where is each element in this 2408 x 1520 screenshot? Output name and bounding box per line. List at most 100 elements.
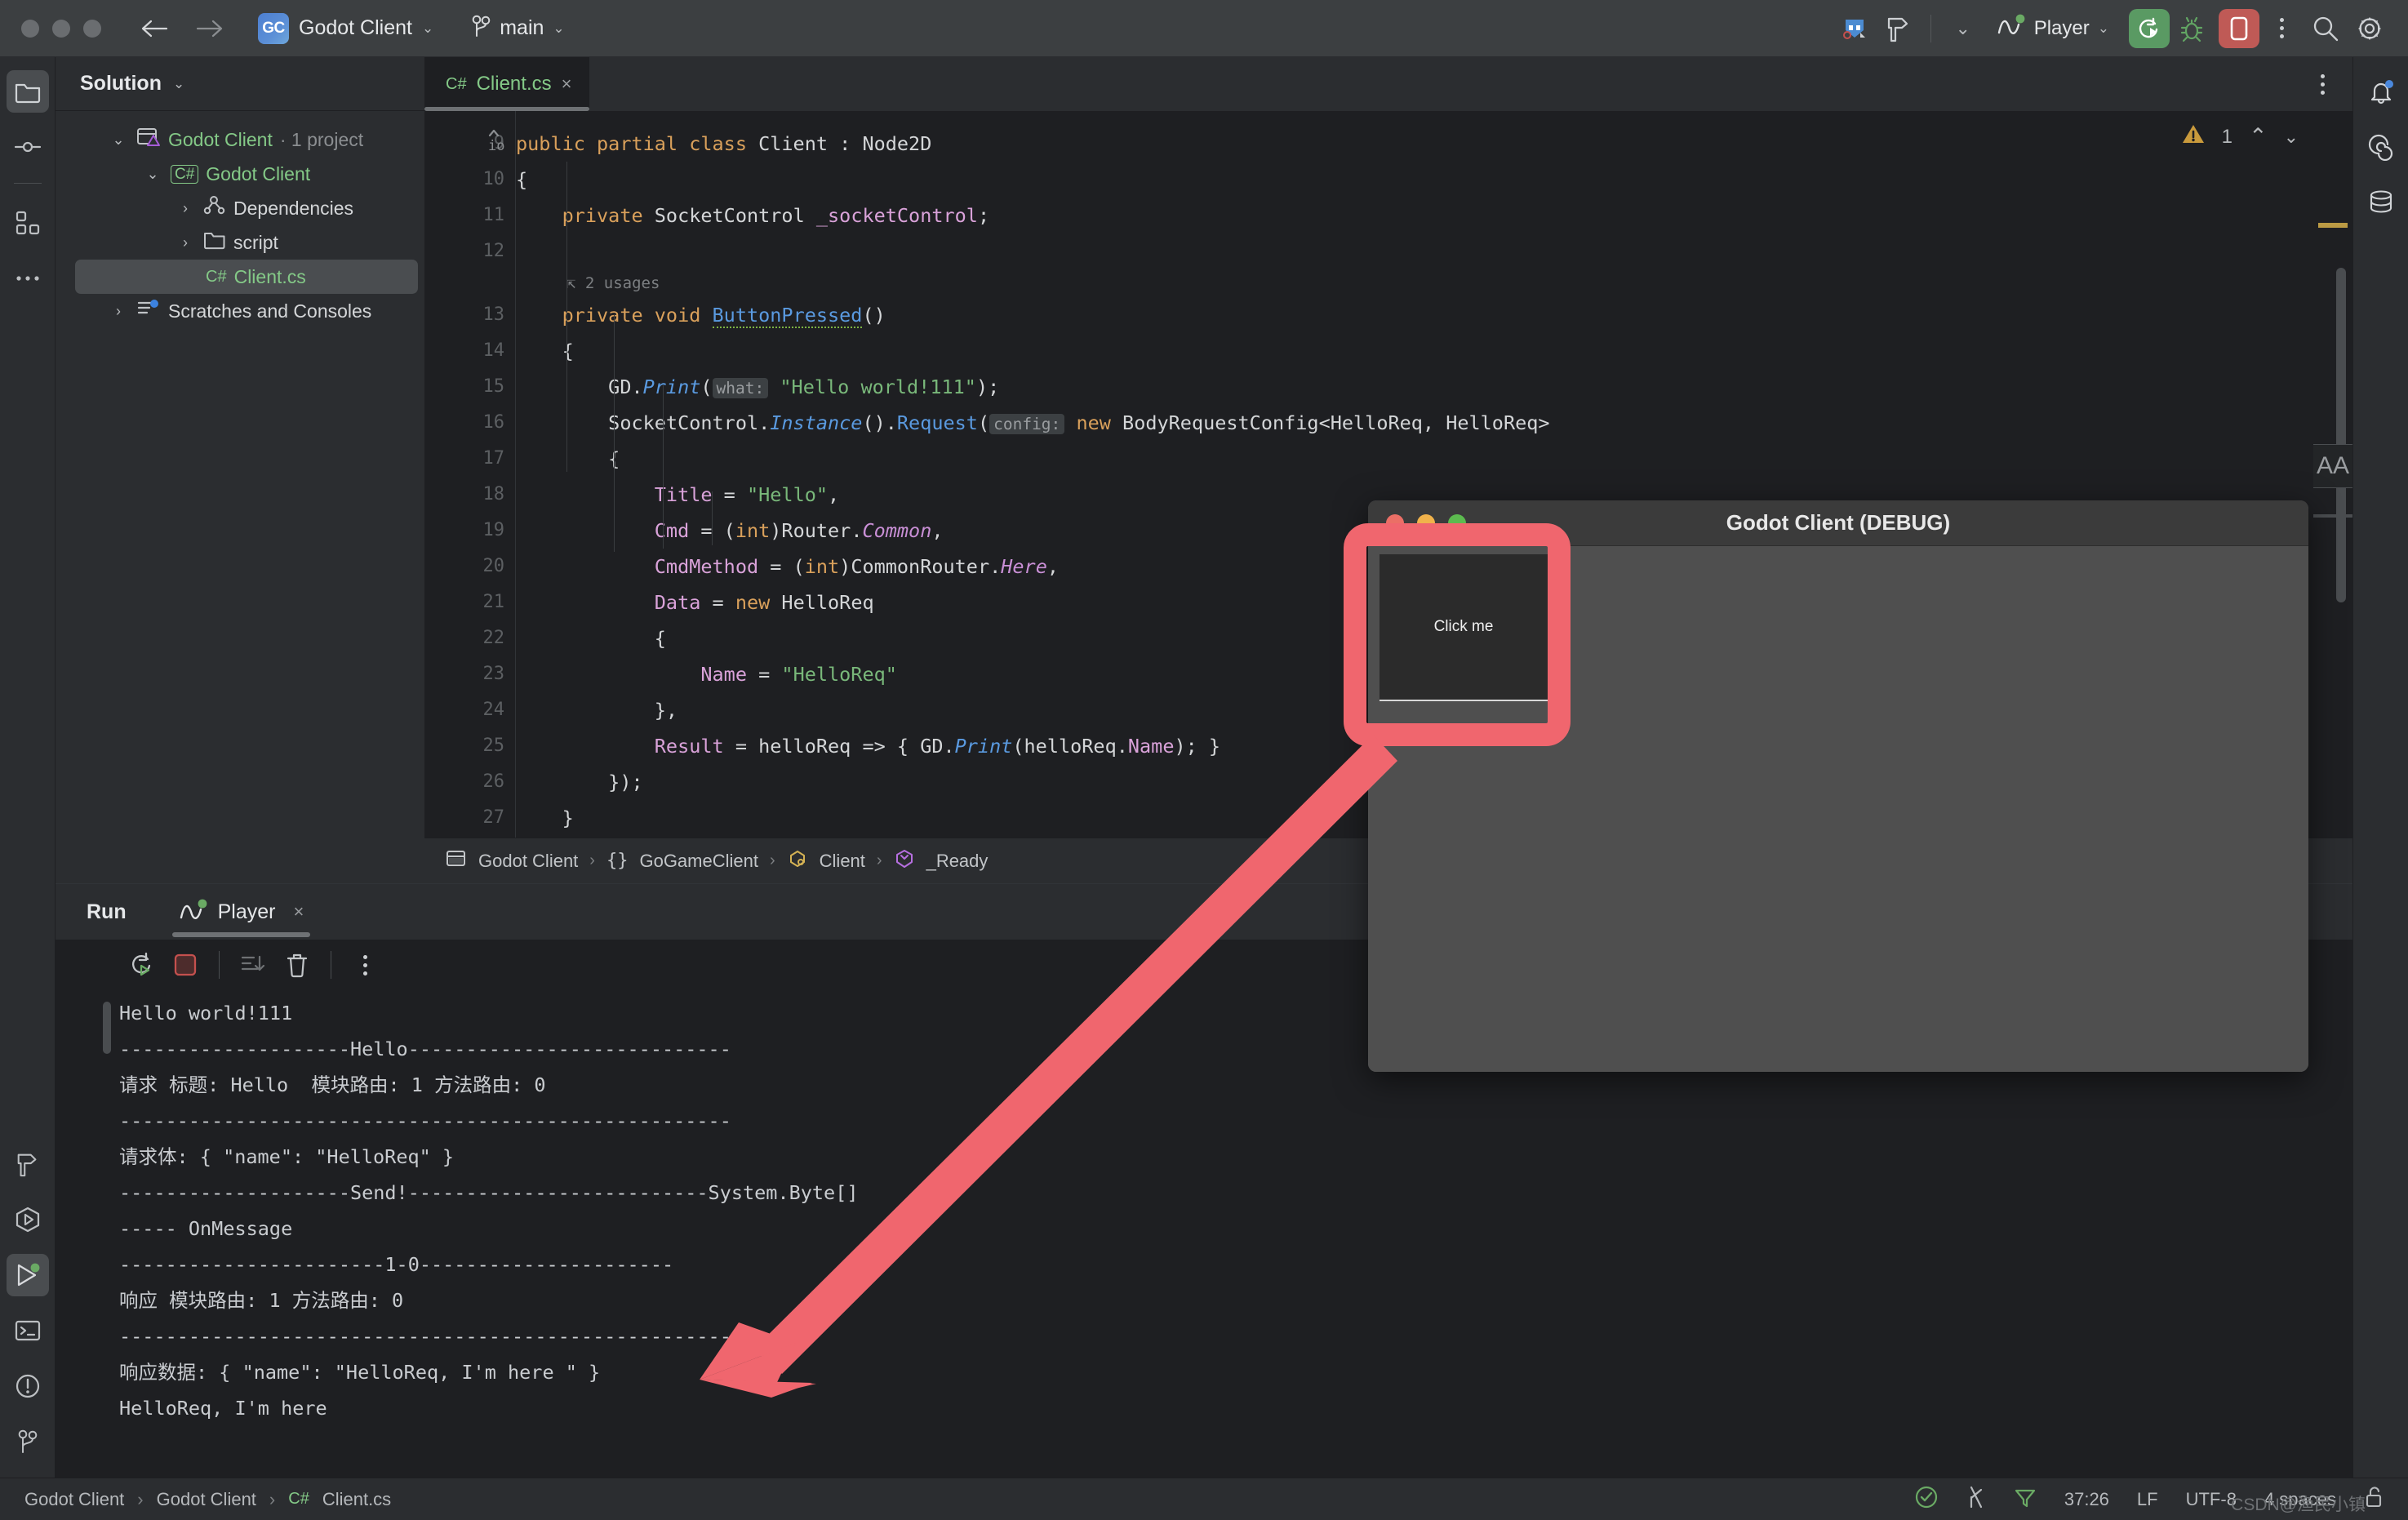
chevron-down-icon: ⌄ [553,20,565,36]
forward-arrow-icon[interactable] [196,18,224,39]
window-close-button[interactable] [21,19,39,38]
line-separator[interactable]: LF [2137,1489,2158,1510]
chevron-down-icon[interactable]: ⌄ [108,131,129,149]
godot-debug-window[interactable]: Godot Client (DEBUG) Click me [1368,500,2308,1072]
chevron-down-icon[interactable]: ⌄ [2284,127,2299,148]
terminal-icon [15,1320,40,1341]
line-number: 22 [482,628,505,648]
csharp-file-icon: C# [288,1490,309,1508]
debug-bug-icon[interactable] [2170,7,2214,51]
chevron-down-icon[interactable]: ⌄ [142,166,163,183]
breadcrumb-item-method[interactable]: _Ready [926,851,989,872]
breadcrumb-item-module[interactable]: Godot Client [478,851,578,872]
gear-icon[interactable] [2348,7,2392,51]
chevron-right-icon[interactable]: › [175,234,196,251]
chevron-down-icon[interactable]: ⌄ [173,76,184,92]
indent-setting[interactable]: 4 spaces [2264,1489,2336,1510]
back-arrow-icon[interactable] [140,18,168,39]
sidebar-item-unit-tests[interactable] [7,1198,49,1241]
tree-node-project[interactable]: ⌄ C# Godot Client [56,157,424,191]
line-number: 15 [482,376,505,397]
scroll-to-end-button[interactable] [231,943,275,987]
sidebar-item-run[interactable] [6,1254,49,1296]
sidebar-item-more-tools[interactable] [7,257,49,300]
editor-tab-options-button[interactable] [2321,73,2325,95]
status-breadcrumb-file[interactable]: Client.cs [322,1489,391,1510]
sidebar-item-structure[interactable] [7,202,49,244]
window-zoom-button[interactable] [83,19,101,38]
godot-player-icon [179,898,208,927]
sidebar-item-terminal[interactable] [7,1309,49,1352]
branch-icon[interactable] [1966,1485,1986,1514]
run-button[interactable] [2129,8,2170,48]
scrollbar-thumb[interactable] [2336,268,2346,602]
sidebar-item-version-control[interactable] [7,1420,49,1463]
caret-position[interactable]: 37:26 [2064,1489,2109,1510]
file-encoding[interactable]: UTF-8 [2186,1489,2237,1510]
font-size-widget[interactable]: AA [2313,444,2352,488]
more-options-button[interactable] [343,943,387,987]
branch-selector[interactable]: main ⌄ [471,14,565,42]
stop-button[interactable] [163,943,207,987]
window-minimize-button[interactable] [52,19,70,38]
inspections-ok-icon[interactable] [1914,1485,1939,1514]
editor-tab-client-cs[interactable]: C# Client.cs × [424,57,590,111]
sidebar-item-database[interactable] [2360,181,2402,224]
run-configuration-selector[interactable]: Player ⌄ [1985,13,2121,43]
branch-icon [18,1429,37,1453]
close-icon[interactable]: × [562,73,572,95]
hammer-build-icon[interactable] [1877,7,1921,51]
kebab-menu-icon[interactable] [2259,7,2304,51]
project-selector[interactable]: GC Godot Client ⌄ [258,12,433,44]
console-scroll-indicator[interactable] [103,1002,111,1054]
status-breadcrumb-solution[interactable]: Godot Client [24,1489,124,1510]
editor-tab-label: Client.cs [476,73,552,95]
tree-label-scratches: Scratches and Consoles [168,300,372,322]
solution-tool-window: Solution ⌄ ⌄ Godot Client · 1 project ⌄ … [56,57,424,883]
search-icon[interactable] [2304,7,2348,51]
solution-header[interactable]: Solution ⌄ [56,57,424,111]
unlocked-icon[interactable] [2364,1486,2384,1513]
svg-text:io: io [488,138,504,154]
console-line: 响应 模块路由: 1 方法路由: 0 [119,1289,404,1312]
window-traffic-lights[interactable] [0,19,101,38]
chevron-right-icon[interactable]: › [108,303,129,320]
rerun-button[interactable] [119,943,163,987]
sidebar-item-notifications[interactable] [2360,70,2402,113]
breadcrumb-item-namespace[interactable]: GoGameClient [639,851,758,872]
chevron-right-icon[interactable]: › [175,200,196,217]
namespace-icon: {} [606,851,629,871]
click-me-button[interactable]: Click me [1379,554,1549,701]
line-number: 10 [482,169,505,189]
tree-node-solution[interactable]: ⌄ Godot Client · 1 project [56,122,424,157]
usages-inlay-hint[interactable]: ⇱ 2 usages [516,269,2352,297]
line-number: 19 [482,520,505,540]
sidebar-item-commit[interactable] [7,126,49,168]
sidebar-item-ai-assistant[interactable] [2360,126,2402,168]
breadcrumb-item-class[interactable]: Client [820,851,865,872]
tree-node-script-folder[interactable]: › script [56,225,424,260]
module-icon [446,849,467,873]
stop-button[interactable] [2219,8,2259,48]
line-number: 23 [482,664,505,684]
font-size-widget-handle[interactable] [2313,514,2352,518]
clear-all-button[interactable] [275,943,319,987]
line-number: 16 [482,412,505,433]
status-breadcrumb-project[interactable]: Godot Client [157,1489,256,1510]
run-tab-player[interactable]: Player × [164,884,319,940]
close-icon[interactable]: × [293,901,304,922]
sidebar-item-build[interactable] [7,1143,49,1185]
chevron-up-icon[interactable]: ⌃ [2249,124,2268,149]
chevron-down-icon[interactable]: ⌄ [1941,7,1985,51]
filter-icon[interactable] [2014,1487,2037,1513]
warning-marker[interactable] [2318,223,2348,228]
sidebar-item-project[interactable] [6,70,49,113]
godot-game-canvas[interactable]: Click me [1368,546,2308,1072]
tree-node-dependencies[interactable]: › Dependencies [56,191,424,225]
godot-engine-icon[interactable] [1833,7,1877,51]
sidebar-item-problems[interactable] [7,1365,49,1407]
editor-inspection-widget[interactable]: 1 ⌃ ⌄ [2181,122,2299,151]
inheritance-marker-icon[interactable]: io [485,126,509,162]
tree-node-scratches[interactable]: › Scratches and Consoles [56,294,424,328]
tree-node-client-cs[interactable]: C# Client.cs [75,260,418,294]
